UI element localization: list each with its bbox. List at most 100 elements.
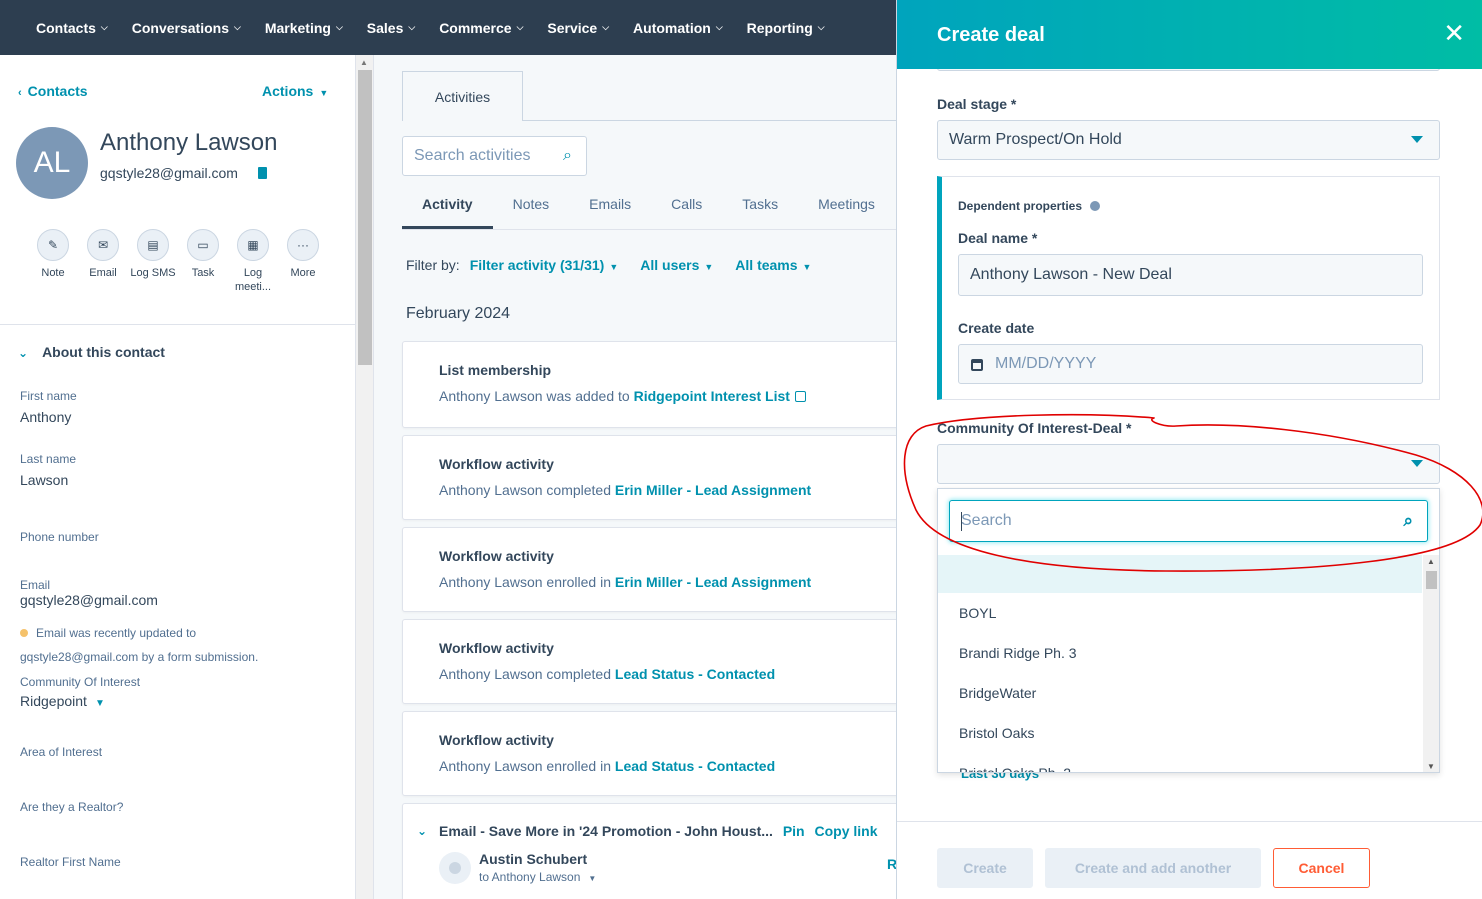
dropdown-option[interactable]: BOYL	[959, 605, 996, 621]
action-label: Log SMS	[130, 267, 176, 279]
property-value: Lawson	[20, 472, 69, 488]
tab-emails[interactable]: Emails	[569, 195, 651, 229]
nav-label: Conversations	[131, 19, 229, 36]
previous-field[interactable]	[937, 69, 1440, 71]
last-name-property[interactable]: Last name Lawson	[20, 452, 76, 488]
info-icon[interactable]	[1090, 201, 1101, 211]
area-property[interactable]: Area of Interest	[20, 745, 102, 759]
first-name-property[interactable]: First name Anthony	[20, 389, 77, 425]
email-property[interactable]: Email gqstyle28@gmail.com	[20, 578, 158, 608]
card-link[interactable]: Lead Status - Contacted	[615, 758, 775, 774]
action-label: Note	[41, 267, 65, 279]
tab-notes[interactable]: Notes	[493, 195, 570, 229]
chevron-down-icon: ⌵	[602, 22, 610, 32]
calendar-icon: ▦	[237, 229, 269, 261]
back-label: Contacts	[27, 83, 88, 99]
back-to-contacts-link[interactable]: ‹ Contacts	[18, 83, 88, 99]
nav-label: Commerce	[439, 19, 512, 36]
create-and-add-another-button[interactable]: Create and add another	[1045, 848, 1261, 888]
panel-body: Deal stage * Warm Prospect/On Hold Depen…	[897, 69, 1482, 821]
realtor-property[interactable]: Are they a Realtor?	[20, 800, 123, 814]
community-deal-select[interactable]	[937, 444, 1440, 484]
card-link[interactable]: Erin Miller - Lead Assignment	[615, 574, 811, 590]
log-meeting-action-button[interactable]: ▦ Log meeti...	[228, 229, 278, 294]
community-property[interactable]: Community Of Interest Ridgepoint ▼	[20, 675, 140, 709]
task-action-button[interactable]: ▭ Task	[178, 229, 228, 294]
panel-footer: Create Create and add another Cancel	[897, 821, 1482, 899]
tab-activity[interactable]: Activity	[402, 195, 493, 229]
dropdown-option-empty[interactable]	[938, 555, 1422, 593]
card-title: List membership	[439, 362, 552, 378]
email-action-link[interactable]: R	[887, 856, 896, 872]
email-action-button[interactable]: ✉ Email	[78, 229, 128, 294]
dropdown-option[interactable]: BridgeWater	[959, 685, 1036, 701]
all-users-dropdown[interactable]: All users ▼	[640, 257, 713, 273]
external-link-icon[interactable]	[794, 391, 806, 402]
actions-menu-button[interactable]: Actions ▼	[262, 83, 328, 99]
nav-service[interactable]: Service ⌵	[547, 20, 609, 36]
scrollbar-thumb[interactable]	[358, 70, 372, 365]
all-teams-dropdown[interactable]: All teams ▼	[735, 257, 811, 273]
tab-activities[interactable]: Activities	[402, 71, 523, 121]
dropdown-option[interactable]: Bristol Oaks	[959, 725, 1034, 741]
scroll-up-icon[interactable]: ▲	[1427, 557, 1435, 566]
copy-link[interactable]: Copy link	[815, 823, 878, 839]
create-button[interactable]: Create	[937, 848, 1033, 888]
card-text: Anthony Lawson was added to	[439, 388, 630, 404]
card-link[interactable]: Ridgepoint Interest List	[634, 388, 790, 404]
scroll-down-icon[interactable]: ▼	[1427, 762, 1435, 771]
search-icon[interactable]: ⌕	[1403, 511, 1413, 531]
filter-by-label: Filter by:	[406, 257, 460, 273]
nav-reporting[interactable]: Reporting ⌵	[747, 20, 825, 36]
chevron-down-icon[interactable]: ⌄	[417, 824, 427, 838]
dependent-title-text: Dependent properties	[958, 199, 1083, 213]
filter-activity-dropdown[interactable]: Filter activity (31/31) ▼	[470, 257, 619, 273]
email-update-note: Email was recently updated to	[20, 626, 196, 640]
card-title: Workflow activity	[439, 640, 554, 656]
search-activities-input[interactable]: Search activities ⌕	[402, 136, 587, 176]
pin-link[interactable]: Pin	[783, 823, 805, 839]
deal-name-input[interactable]: Anthony Lawson - New Deal	[958, 254, 1423, 296]
caret-down-icon: ▼	[588, 874, 597, 883]
nav-automation[interactable]: Automation ⌵	[633, 20, 723, 36]
create-date-input[interactable]: MM/DD/YYYY	[958, 344, 1423, 384]
more-action-button[interactable]: ··· More	[278, 229, 328, 294]
nav-contacts[interactable]: Contacts ⌵	[36, 20, 108, 36]
scrollbar-thumb[interactable]	[1426, 571, 1437, 589]
close-icon[interactable]: ✕	[1443, 20, 1465, 46]
action-label: More	[290, 267, 316, 279]
filter-row: Filter by: Filter activity (31/31) ▼ All …	[406, 257, 823, 273]
dropdown-search-input[interactable]: Search ⌕	[949, 500, 1428, 542]
dropdown-scrollbar[interactable]: ▲ ▼	[1423, 555, 1439, 772]
tab-meetings[interactable]: Meetings	[798, 195, 895, 229]
email-card-header[interactable]: ⌄ Email - Save More in '24 Promotion - J…	[417, 823, 896, 839]
phone-property[interactable]: Phone number	[20, 530, 99, 544]
nav-commerce[interactable]: Commerce ⌵	[439, 20, 523, 36]
nav-marketing[interactable]: Marketing ⌵	[265, 20, 343, 36]
nav-sales[interactable]: Sales ⌵	[367, 20, 415, 36]
dropdown-option[interactable]: Bristol Oaks Ph. 2	[959, 765, 1071, 772]
card-link[interactable]: Lead Status - Contacted	[615, 666, 775, 682]
card-title: Workflow activity	[439, 456, 554, 472]
chevron-down-icon: ⌵	[516, 22, 524, 32]
caret-down-icon[interactable]: ▼	[95, 698, 105, 709]
nav-conversations[interactable]: Conversations ⌵	[132, 20, 241, 36]
recipient-dropdown[interactable]: to Anthony Lawson ▼	[479, 870, 596, 884]
tab-tasks[interactable]: Tasks	[722, 195, 798, 229]
log-sms-action-button[interactable]: ▤ Log SMS	[128, 229, 178, 294]
realtor-first-name-property[interactable]: Realtor First Name	[20, 855, 121, 869]
card-link[interactable]: Erin Miller - Lead Assignment	[615, 482, 811, 498]
deal-name-label: Deal name *	[958, 230, 1038, 246]
search-icon[interactable]: ⌕	[563, 147, 572, 165]
top-navigation: Contacts ⌵ Conversations ⌵ Marketing ⌵ Sale…	[0, 0, 896, 55]
scroll-up-icon[interactable]: ▲	[360, 58, 368, 67]
tab-calls[interactable]: Calls	[651, 195, 722, 229]
about-section-toggle[interactable]: ⌄ About this contact	[18, 344, 165, 360]
cancel-button[interactable]: Cancel	[1273, 848, 1370, 888]
deal-stage-select[interactable]: Warm Prospect/On Hold	[937, 120, 1440, 160]
sidebar-scrollbar[interactable]: ▲	[356, 55, 374, 899]
copy-icon[interactable]	[258, 167, 267, 179]
dropdown-option[interactable]: Brandi Ridge Ph. 3	[959, 645, 1077, 661]
activity-column: Activities Search activities ⌕ Activity …	[374, 55, 896, 899]
note-action-button[interactable]: ✎ Note	[28, 229, 78, 294]
